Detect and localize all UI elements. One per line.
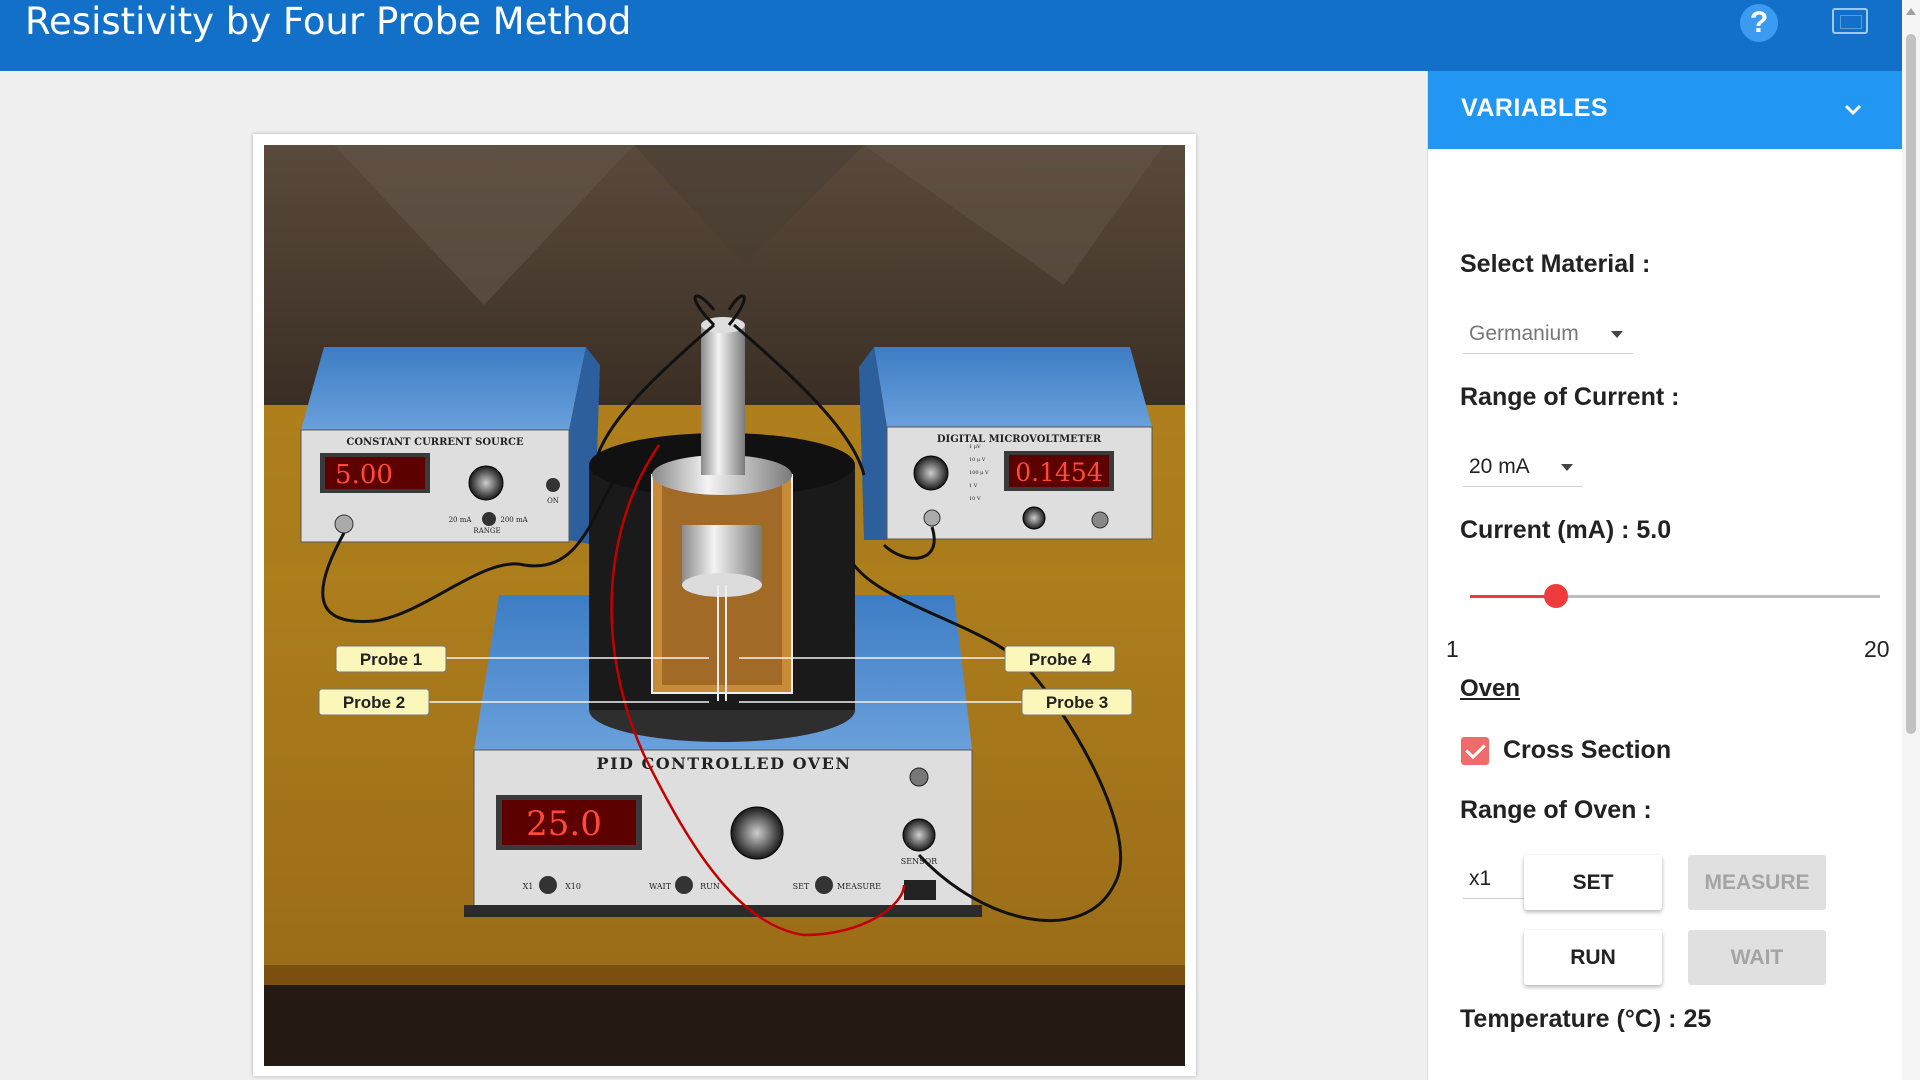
probe-2-label: Probe 2 xyxy=(318,688,430,716)
set-button[interactable]: SET xyxy=(1524,855,1662,910)
caret-down-icon xyxy=(1611,331,1623,338)
wait-run-switch[interactable] xyxy=(675,876,693,894)
apparatus-illustration: CONSTANT CURRENT SOURCE 5.00 20 mA 200 m… xyxy=(264,145,1185,1066)
oven-range-value: x1 xyxy=(1469,867,1492,890)
current-range-value: 20 mA xyxy=(1469,455,1530,478)
voltmeter-display: 0.1454 xyxy=(1015,458,1102,487)
probe-2-text: Probe 2 xyxy=(343,693,405,712)
material-select[interactable]: Germanium xyxy=(1463,314,1633,354)
voltmeter-title: DIGITAL MICROVOLTMETER xyxy=(937,434,1102,445)
fullscreen-icon[interactable] xyxy=(1832,8,1868,34)
material-select-value: Germanium xyxy=(1469,322,1579,345)
on-label: ON xyxy=(547,497,559,505)
oven-set-label: SET xyxy=(793,882,810,891)
oven-x1-label: X1 xyxy=(523,882,534,891)
oven-knob[interactable] xyxy=(730,806,784,860)
slider-min-label: 1 xyxy=(1446,636,1459,662)
range-left-label: 20 mA xyxy=(449,516,473,524)
range-label: RANGE xyxy=(473,527,500,535)
oven-display: 25.0 xyxy=(526,804,602,844)
scrollbar[interactable] xyxy=(1902,0,1920,1080)
cross-section-label: Cross Section xyxy=(1503,736,1672,764)
scroll-thumb[interactable] xyxy=(1906,34,1916,734)
range-switch[interactable] xyxy=(482,512,496,526)
current-range-select[interactable]: 20 mA xyxy=(1463,447,1583,487)
oven-wait-label: WAIT xyxy=(649,882,672,891)
oven-x10-label: X10 xyxy=(565,882,581,891)
select-material-label: Select Material : xyxy=(1460,250,1651,278)
simulation-frame: CONSTANT CURRENT SOURCE 5.00 20 mA 200 m… xyxy=(253,134,1196,1076)
probe-4-text: Probe 4 xyxy=(1029,650,1092,669)
voltmeter-range-1: 10 μ V xyxy=(969,457,986,463)
oven-range-switch[interactable] xyxy=(539,876,557,894)
current-slider[interactable] xyxy=(1470,584,1880,608)
voltmeter-range-2: 100 μ V xyxy=(969,470,989,476)
temperature-label: Temperature (°C) : 25 xyxy=(1460,1005,1712,1033)
slider-max-label: 20 xyxy=(1864,636,1890,662)
panel-title: VARIABLES xyxy=(1461,94,1609,122)
variables-panel: VARIABLES Select Material : Germanium Ra… xyxy=(1427,71,1903,1080)
oven-measure-label: MEASURE xyxy=(837,882,881,891)
range-of-current-label: Range of Current : xyxy=(1460,383,1680,411)
scroll-up-icon[interactable] xyxy=(1906,8,1916,15)
range-of-oven-label: Range of Oven : xyxy=(1460,796,1652,824)
probe-4-label: Probe 4 xyxy=(1004,645,1116,673)
set-measure-switch[interactable] xyxy=(815,876,833,894)
oven-title: PID CONTROLLED OVEN xyxy=(597,754,852,773)
chevron-down-icon[interactable] xyxy=(1838,95,1868,125)
current-label: Current (mA) : 5.0 xyxy=(1460,516,1672,544)
voltmeter-range-knob[interactable] xyxy=(913,455,949,491)
current-slider-thumb[interactable] xyxy=(1544,584,1569,608)
voltmeter-range-0: 1 μV xyxy=(969,444,981,450)
probe-3-label: Probe 3 xyxy=(1021,688,1133,716)
range-right-label: 200 mA xyxy=(500,516,528,524)
caret-down-icon xyxy=(1561,464,1573,471)
app-title: Resistivity by Four Probe Method xyxy=(25,0,632,43)
oven-link[interactable]: Oven xyxy=(1460,675,1520,703)
power-switch[interactable] xyxy=(546,478,560,492)
measure-button[interactable]: MEASURE xyxy=(1688,855,1826,910)
probe-3-text: Probe 3 xyxy=(1046,693,1108,712)
probe-1-label: Probe 1 xyxy=(335,645,447,673)
digital-microvoltmeter: DIGITAL MICROVOLTMETER 1 μV 10 μ V 100 μ… xyxy=(859,347,1153,540)
current-source-title: CONSTANT CURRENT SOURCE xyxy=(346,437,524,448)
run-button[interactable]: RUN xyxy=(1524,930,1662,985)
current-source-display: 5.00 xyxy=(335,460,393,490)
voltmeter-range-3: 1 V xyxy=(969,483,978,489)
wait-button[interactable]: WAIT xyxy=(1688,930,1826,985)
oven-sensor-label: SENSOR xyxy=(901,857,938,866)
variables-header[interactable]: VARIABLES xyxy=(1428,71,1903,149)
current-knob[interactable] xyxy=(468,465,504,501)
cross-section-checkbox[interactable] xyxy=(1461,737,1489,765)
voltmeter-range-4: 10 V xyxy=(969,496,981,502)
top-bar: Resistivity by Four Probe Method ? xyxy=(0,0,1920,71)
oven-run-label: RUN xyxy=(700,882,720,891)
help-button[interactable]: ? xyxy=(1740,4,1778,42)
constant-current-source: CONSTANT CURRENT SOURCE 5.00 20 mA 200 m… xyxy=(300,347,600,545)
probe-1-text: Probe 1 xyxy=(360,650,422,669)
